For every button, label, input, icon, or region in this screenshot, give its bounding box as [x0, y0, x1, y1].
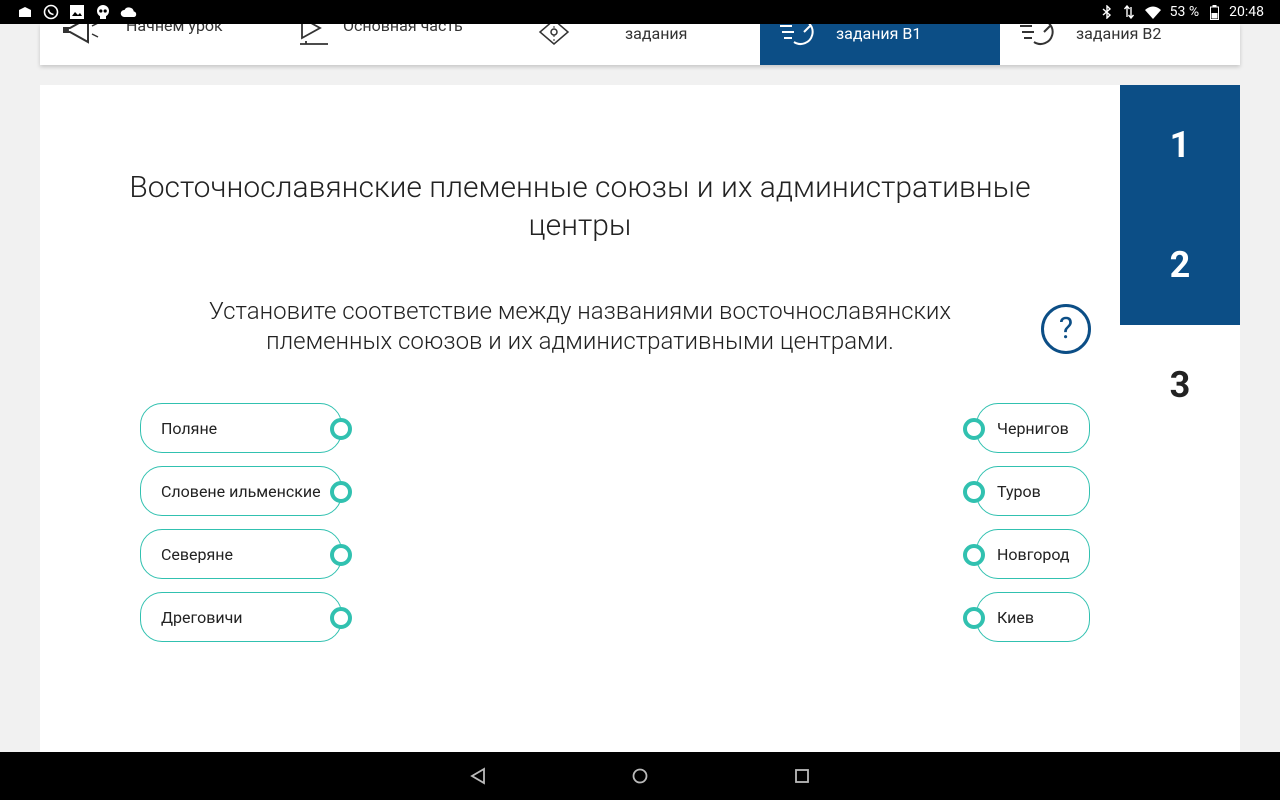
tab-start-lesson[interactable]: Начнем урок	[40, 24, 280, 65]
tab-label: задания В1	[836, 24, 922, 43]
battery-text: 53 %	[1169, 4, 1200, 20]
connector-dot[interactable]	[963, 481, 985, 503]
skull-icon	[94, 3, 112, 21]
tab-label: задания В2	[1076, 24, 1162, 43]
question-1-button[interactable]: 1	[1120, 85, 1240, 205]
data-icon	[1122, 3, 1136, 21]
megaphone-icon	[60, 24, 108, 50]
match-left-label: Дреговичи	[161, 608, 243, 627]
bluetooth-icon	[1100, 3, 1114, 21]
match-left-item[interactable]: Поляне	[140, 403, 342, 453]
tab-label: Начнем урок	[126, 24, 223, 35]
match-right-item[interactable]: Туров	[976, 466, 1090, 516]
connector-dot[interactable]	[330, 544, 352, 566]
match-right-label: Киев	[997, 608, 1034, 627]
tab-tasks-b2[interactable]: задания В2	[1000, 24, 1240, 65]
speed-icon	[1018, 24, 1060, 50]
tab-main-part[interactable]: Основная часть	[280, 24, 520, 65]
status-bar: 53 % 20:48	[0, 0, 1280, 24]
match-left-label: Северяне	[161, 545, 234, 564]
match-right-label: Туров	[997, 482, 1041, 501]
connector-dot[interactable]	[330, 607, 352, 629]
match-left-label: Словене ильменские	[161, 482, 321, 501]
connector-dot[interactable]	[330, 481, 352, 503]
notification-icons	[16, 3, 138, 21]
match-left-item[interactable]: Дреговичи	[140, 592, 342, 642]
connector-dot[interactable]	[330, 418, 352, 440]
battery-icon	[1207, 3, 1221, 21]
clock: 20:48	[1229, 4, 1264, 20]
back-icon[interactable]	[466, 764, 490, 788]
tab-tasks-b1[interactable]: задания В1	[760, 24, 1000, 65]
system-icons: 53 % 20:48	[1100, 0, 1264, 24]
match-right-label: Новгород	[997, 545, 1070, 564]
task-card: Восточнославянские племенные союзы и их …	[40, 85, 1240, 752]
connector-dot[interactable]	[963, 544, 985, 566]
whatsapp-icon	[42, 3, 60, 21]
task-title: Восточнославянские племенные союзы и их …	[129, 170, 1031, 243]
pen-icon	[298, 24, 330, 50]
wifi-icon	[1144, 3, 1162, 21]
match-right-item[interactable]: Новгород	[976, 529, 1090, 579]
speed-icon	[778, 24, 820, 50]
image-icon	[68, 3, 86, 21]
navigation-bar	[0, 752, 1280, 800]
connector-dot[interactable]	[963, 607, 985, 629]
lesson-tabs: Начнем урок Основная часть задания задан…	[40, 24, 1240, 65]
match-left-item[interactable]: Словене ильменские	[140, 466, 342, 516]
home-icon[interactable]	[628, 764, 652, 788]
match-left-label: Поляне	[161, 419, 218, 438]
recents-icon[interactable]	[790, 764, 814, 788]
match-right-item[interactable]: Чернигов	[976, 403, 1090, 453]
match-right-label: Чернигов	[997, 419, 1069, 438]
tab-label: задания	[625, 24, 688, 43]
match-right-item[interactable]: Киев	[976, 592, 1090, 642]
connector-dot[interactable]	[963, 418, 985, 440]
question-2-button[interactable]: 2	[1120, 205, 1240, 325]
task-instruction: Установите соответствие между названиями…	[208, 297, 952, 355]
question-3-button[interactable]: 3	[1120, 325, 1240, 445]
help-button[interactable]: ?	[1041, 304, 1091, 354]
tab-label: Основная часть	[343, 24, 463, 35]
notification-icon	[16, 3, 34, 21]
cloud-icon	[120, 3, 138, 21]
target-icon	[538, 24, 570, 50]
tab-tasks[interactable]: задания	[520, 24, 760, 65]
match-left-item[interactable]: Северяне	[140, 529, 342, 579]
